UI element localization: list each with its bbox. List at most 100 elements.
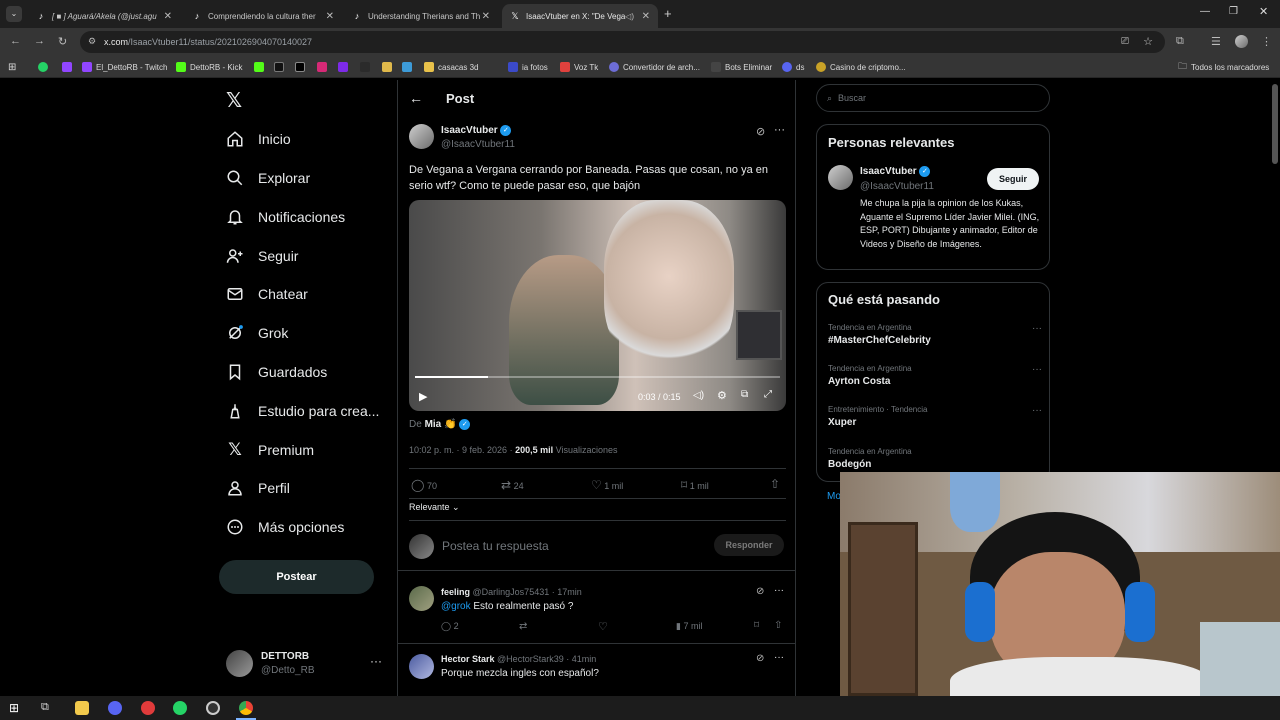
sidebar-item-perfil[interactable]: Perfil [226,473,290,503]
all-bookmarks-folder[interactable]: 🗀 Todos los marcadores [1178,60,1269,74]
list-item[interactable]: Hector Stark @HectorStark39 · 41min ⊘ ··… [398,644,795,696]
chrome-icon[interactable] [239,701,253,715]
share-icon[interactable]: ⇧ [774,620,782,631]
obs-icon[interactable] [206,701,220,715]
bookmark-stat[interactable]: ⌑ 1 mil [681,478,709,492]
task-view-icon[interactable]: ⧉ [41,701,49,714]
fullscreen-icon[interactable]: ⤢ [764,389,772,400]
minimize-button[interactable]: — [1200,6,1210,17]
discord-icon[interactable] [108,701,122,715]
bookmark-generic-3[interactable] [402,60,412,74]
close-icon[interactable]: ✕ [642,11,650,22]
tab-3[interactable]: ♪ Understanding Therians and Th ✕ [344,4,498,28]
whatsapp-icon[interactable] [173,701,187,715]
bookmark-convertidor[interactable]: Convertidor de arch... [609,60,700,74]
list-item[interactable]: feeling @DarlingJos75431 · 17min ⊘ ··· @… [398,571,795,643]
forward-icon[interactable]: → [34,35,45,47]
author-name-row[interactable]: IsaacVtuber ✓ [441,125,512,136]
relevant-name[interactable]: IsaacVtuber ✓ [860,166,931,177]
menu-icon[interactable]: ⋮ [1261,35,1272,48]
site-info-icon[interactable]: ⚙ [88,36,96,47]
tab-4[interactable]: 𝕏 IsaacVtuber en X: "De Vega ◁) ✕ [502,4,658,28]
bookmark-generic-2[interactable] [382,60,392,74]
bookmark-voz-tk[interactable]: Voz Tk [560,60,598,74]
back-arrow-icon[interactable]: ← [409,90,423,106]
file-explorer-icon[interactable] [75,701,89,715]
apps-icon[interactable]: ⊞ [8,60,16,74]
like-stat[interactable]: ♡ 1 mil [591,478,623,492]
more-dots-icon[interactable]: ··· [370,654,382,668]
x-bookmark[interactable] [295,60,305,74]
more-dots-icon[interactable]: ··· [1032,405,1042,416]
author-avatar[interactable] [409,124,434,149]
sidebar-item-seguir[interactable]: Seguir [226,241,298,271]
x-logo-icon[interactable]: 𝕏 [226,88,242,113]
reply-stat[interactable]: ◯ 2 [441,621,459,632]
star-icon[interactable]: ☆ [1143,35,1153,48]
bookmark-dettorb-twitch[interactable]: El_DettoRB - Twitch [82,60,167,74]
follow-button[interactable]: Seguir [987,168,1039,190]
play-icon[interactable]: ▶ [419,390,427,403]
sidebar-item-grok[interactable]: Grok [226,318,288,348]
canva-bookmark[interactable] [338,60,348,74]
sidebar-item-mas-opciones[interactable]: Más opciones [226,512,344,542]
post-button[interactable]: Postear [219,560,374,594]
profile-avatar[interactable] [1235,35,1248,48]
sidebar-item-premium[interactable]: 𝕏 Premium [226,435,314,465]
extensions-icon[interactable]: ⧉ [1176,35,1184,48]
reply-more-icon[interactable]: ··· [774,652,784,663]
search-input[interactable]: ⌕ Buscar [816,84,1050,112]
bookmark-dettorb-kick[interactable]: DettoRB - Kick [176,60,242,74]
new-tab-button[interactable]: + [664,6,672,21]
heart-icon[interactable]: ♡ [598,620,608,633]
avatar[interactable] [828,165,853,190]
reply-button[interactable]: Responder [714,534,784,556]
bookmark-ds[interactable]: ds [782,60,804,74]
trend-item[interactable]: Tendencia en Argentina #MasterChefCelebr… [828,323,1042,346]
bookmark-generic-1[interactable] [360,60,370,74]
account-switcher[interactable]: DETTORB @Detto_RB ··· [226,648,386,680]
page-scrollbar[interactable] [1272,84,1278,164]
sidebar-item-guardados[interactable]: Guardados [226,357,327,387]
bookmark-casacas-3d[interactable]: casacas 3d [424,60,478,74]
reply-stat[interactable]: ◯ 70 [411,478,437,492]
repost-stat[interactable]: ⇄ 24 [501,478,524,492]
windows-start-icon[interactable]: ⊞ [9,701,19,715]
instagram-bookmark[interactable] [317,60,327,74]
bookmark-ia-fotos[interactable]: ia fotos [508,60,548,74]
install-icon[interactable]: ⎚ [1121,36,1129,47]
show-more-link[interactable]: Mo [827,491,841,502]
pip-icon[interactable]: ⧉ [741,389,748,400]
sidebar-item-estudio[interactable]: Estudio para crea... [226,396,379,426]
trend-item[interactable]: Entretenimiento · Tendencia Xuper ··· [828,405,1042,428]
video-source[interactable]: De Mia 👏 ✓ [409,419,471,430]
share-icon[interactable]: ⇧ [770,477,780,491]
kick-bookmark[interactable] [254,60,264,74]
media-icon[interactable]: ☰ [1211,35,1221,48]
bookmark-bots-eliminar[interactable]: Bots Eliminar [711,60,772,74]
address-bar[interactable]: ⚙ x.com/IsaacVtuber11/status/20210269040… [80,31,1165,53]
sidebar-item-inicio[interactable]: Inicio [226,124,291,154]
post-video[interactable]: ▶ 0:03 / 0:15 ◁) ⚙ ⧉ ⤢ [409,200,786,411]
bookmark-icon[interactable]: ⌑ [754,620,759,631]
grok-explain-icon[interactable]: ⊘ [756,653,764,664]
reply-more-icon[interactable]: ··· [774,585,784,596]
tab-1[interactable]: ♪ [ ■ ] Aguará/Akela (@just.agu ✕ [28,4,180,28]
more-dots-icon[interactable]: ··· [1032,323,1042,334]
reply-input[interactable]: Postea tu respuesta [442,539,692,553]
sidebar-item-notificaciones[interactable]: Notificaciones [226,202,345,232]
sidebar-item-chatear[interactable]: Chatear [226,279,308,309]
whatsapp-bookmark[interactable] [38,60,48,74]
sort-dropdown[interactable]: Relevante ⌄ [409,502,460,513]
sidebar-item-explorar[interactable]: Explorar [226,163,310,193]
settings-icon[interactable]: ⚙ [717,389,727,402]
tab-search-icon[interactable]: ⌄ [6,6,22,22]
close-icon[interactable]: ✕ [164,11,172,22]
trend-item[interactable]: Tendencia en Argentina Bodegón [828,447,1042,470]
views-stat[interactable]: ▮ 7 mil [676,621,702,632]
app-icon-red[interactable] [141,701,155,715]
grok-explain-icon[interactable]: ⊘ [756,125,765,138]
more-dots-icon[interactable]: ··· [1032,364,1042,375]
repost-icon[interactable]: ⇄ [519,621,527,632]
volume-icon[interactable]: ◁) [693,390,704,401]
